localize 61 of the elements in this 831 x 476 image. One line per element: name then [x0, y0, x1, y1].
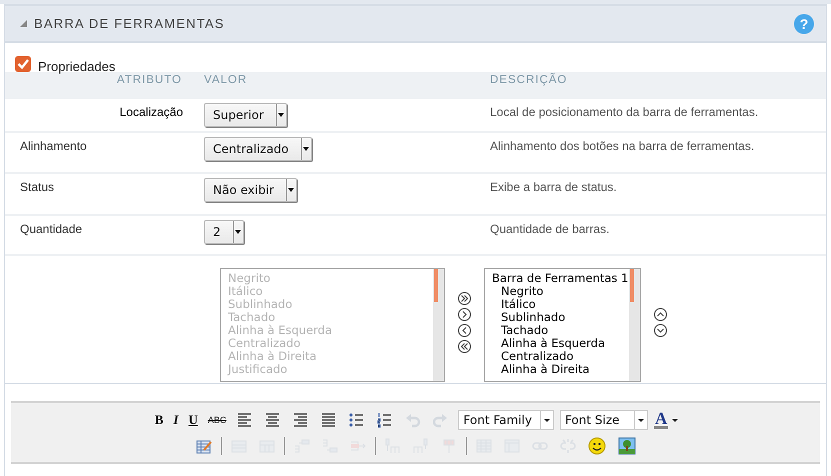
scrollbar[interactable]: [629, 269, 640, 381]
list-item[interactable]: Centralizado: [492, 350, 629, 363]
attribute-label: Alinhamento: [19, 138, 88, 153]
caret-icon: [544, 418, 550, 422]
description-text: Alinhamento dos botões na barra de ferramentas.: [490, 138, 756, 153]
list-item[interactable]: Sublinhado: [492, 311, 629, 324]
scrollbar[interactable]: [433, 269, 444, 381]
checkbox-label: Propriedades: [38, 59, 116, 74]
column-header: DESCRIÇÃO: [490, 74, 568, 86]
checkbox[interactable]: [15, 56, 31, 72]
format-button[interactable]: U: [186, 412, 200, 428]
list-item[interactable]: Barra de Ferramentas 1: [492, 272, 629, 285]
section-title: BARRA DE FERRAMENTAS: [34, 16, 226, 31]
dropdown[interactable]: Centralizado: [204, 137, 312, 161]
font-color-button[interactable]: A: [654, 411, 668, 429]
list-box[interactable]: Barra de Ferramentas 1 Negrito Itálico Sublinhado Tachado Alinha à Esquerda Centralizado Alinha à Direita: [484, 268, 641, 382]
list-item[interactable]: Negrito: [492, 285, 629, 298]
align-right-icon[interactable]: [293, 412, 310, 428]
dropdown[interactable]: Font Size: [560, 410, 648, 430]
dropdown[interactable]: Font Family: [458, 410, 554, 430]
arrow-icon[interactable]: [458, 324, 471, 337]
list-item[interactable]: Itálico: [492, 298, 629, 311]
description-text: Local de posicionamento da barra de ferramentas.: [490, 104, 760, 119]
double-arrow-icon[interactable]: [458, 340, 471, 353]
list-item[interactable]: Alinha à Direita: [492, 363, 629, 376]
arrow-icon[interactable]: [458, 308, 471, 321]
justify-icon[interactable]: [321, 412, 338, 428]
caret-icon: [638, 418, 644, 422]
attribute-label: Status: [19, 179, 56, 194]
caret-icon: [303, 147, 310, 151]
align-left-icon[interactable]: [237, 412, 254, 428]
numbered-list-icon[interactable]: [377, 412, 394, 428]
format-button[interactable]: I: [171, 412, 180, 428]
attribute-label: Localização: [118, 104, 184, 119]
picture-icon[interactable]: [618, 437, 636, 455]
dropdown[interactable]: Superior: [204, 103, 287, 127]
double-arrow-icon[interactable]: [458, 292, 471, 305]
chevron-icon[interactable]: [654, 308, 667, 321]
list-item[interactable]: Alinha à Esquerda: [492, 337, 629, 350]
caret-icon: [235, 230, 242, 234]
description-text: Exibe a barra de status.: [490, 179, 618, 194]
list-item[interactable]: Tachado: [492, 324, 629, 337]
caret-icon[interactable]: [672, 418, 678, 422]
column-header: ATRIBUTO: [116, 74, 183, 86]
attribute-label: Quantidade: [19, 221, 84, 236]
chevron-icon[interactable]: [654, 324, 667, 337]
scrollbar-thumb[interactable]: [434, 269, 438, 302]
caret-icon: [288, 188, 294, 192]
collapse-triangle-icon[interactable]: [20, 20, 27, 27]
dropdown[interactable]: 2: [204, 220, 244, 244]
format-button[interactable]: B: [152, 412, 166, 428]
column-header: VALOR: [204, 74, 248, 86]
bulleted-list-icon[interactable]: [349, 412, 366, 428]
align-center-icon[interactable]: [265, 412, 282, 428]
scrollbar-thumb[interactable]: [630, 269, 634, 302]
dropdown[interactable]: Não exibir: [204, 178, 297, 202]
smiley-icon[interactable]: [588, 437, 606, 455]
table-edit-icon[interactable]: [196, 438, 212, 454]
format-button[interactable]: ABC: [206, 415, 228, 425]
caret-icon: [278, 113, 284, 117]
description-text: Quantidade de barras.: [490, 221, 610, 236]
